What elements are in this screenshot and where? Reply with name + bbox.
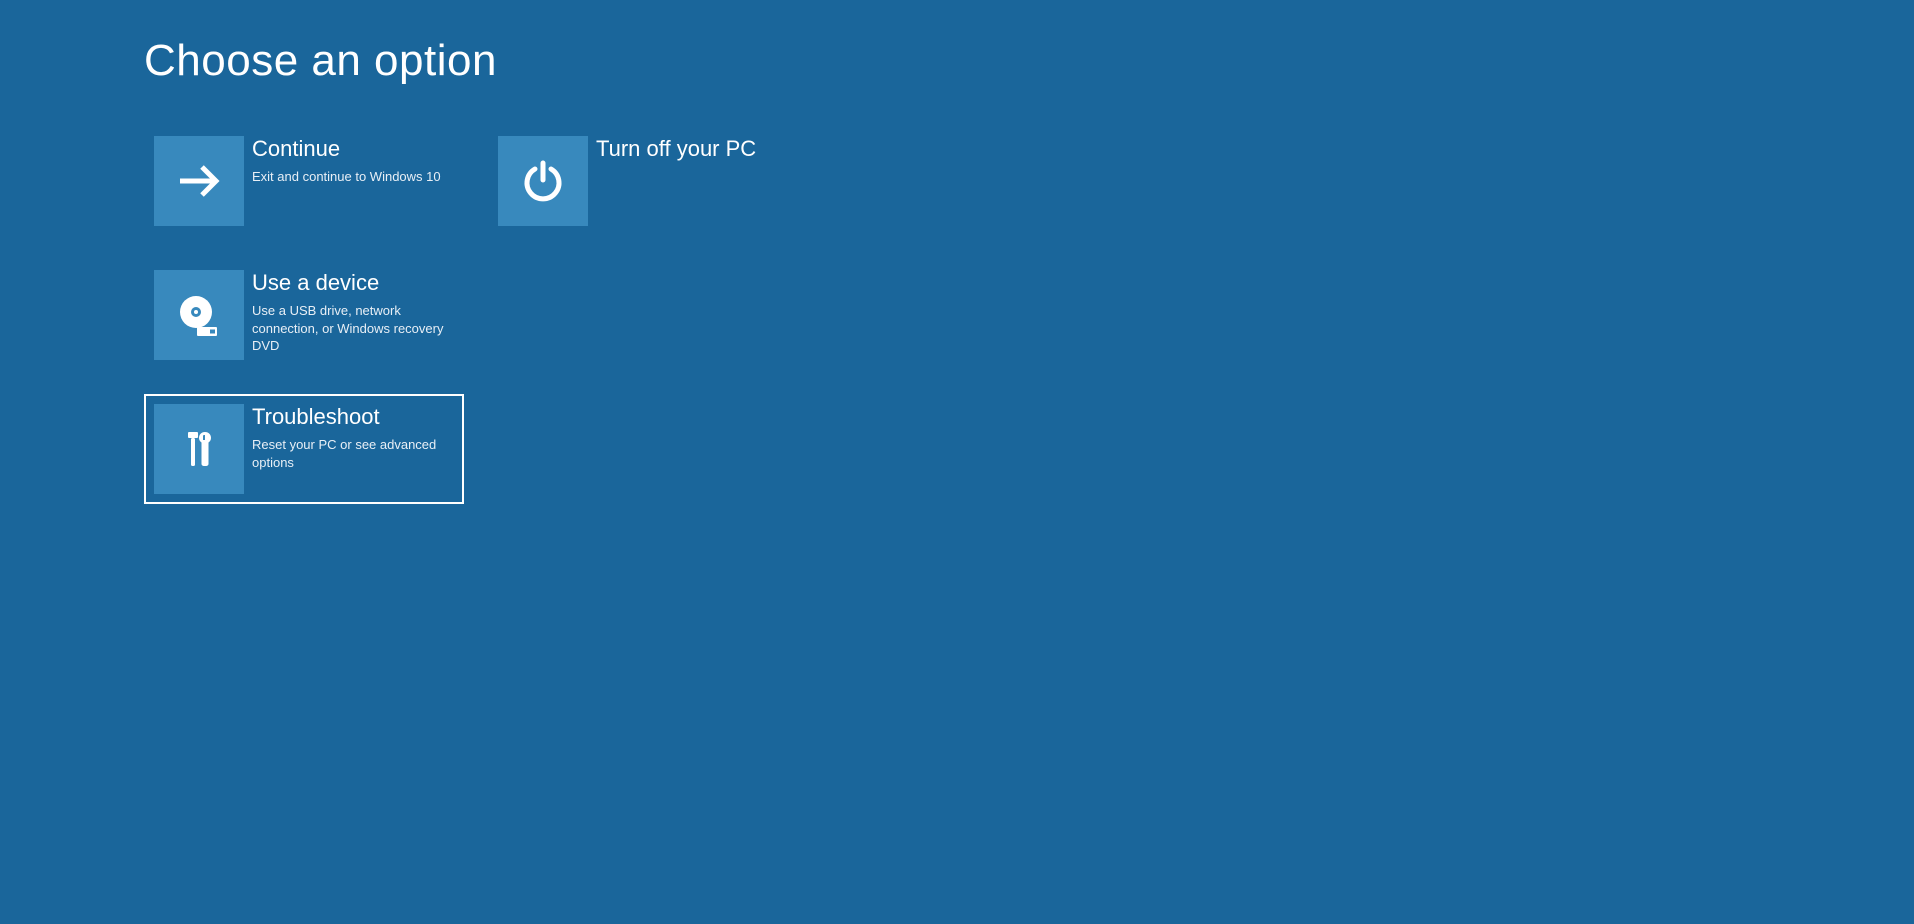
power-icon: [498, 136, 588, 226]
tile-text: Troubleshoot Reset your PC or see advanc…: [244, 404, 454, 471]
option-continue[interactable]: Continue Exit and continue to Windows 10: [144, 126, 464, 236]
tools-icon: [154, 404, 244, 494]
tile-text: Continue Exit and continue to Windows 10: [244, 136, 454, 186]
option-use-device[interactable]: Use a device Use a USB drive, network co…: [144, 260, 464, 370]
option-turn-off[interactable]: Turn off your PC: [488, 126, 808, 236]
option-troubleshoot[interactable]: Troubleshoot Reset your PC or see advanc…: [144, 394, 464, 504]
tile-text: Turn off your PC: [588, 136, 798, 168]
option-desc: Use a USB drive, network connection, or …: [252, 302, 454, 355]
tile-text: Use a device Use a USB drive, network co…: [244, 270, 454, 355]
arrow-right-icon: [154, 136, 244, 226]
recovery-options-screen: Choose an option Continue Exit and conti…: [0, 0, 1914, 504]
option-title: Continue: [252, 136, 454, 162]
option-title: Use a device: [252, 270, 454, 296]
option-title: Turn off your PC: [596, 136, 798, 162]
option-desc: Reset your PC or see advanced options: [252, 436, 454, 471]
option-title: Troubleshoot: [252, 404, 454, 430]
page-title: Choose an option: [144, 36, 1914, 86]
option-desc: Exit and continue to Windows 10: [252, 168, 454, 186]
options-grid: Continue Exit and continue to Windows 10: [144, 126, 1914, 504]
disc-usb-icon: [154, 270, 244, 360]
options-column-left: Continue Exit and continue to Windows 10: [144, 126, 464, 504]
options-column-right: Turn off your PC: [488, 126, 808, 504]
